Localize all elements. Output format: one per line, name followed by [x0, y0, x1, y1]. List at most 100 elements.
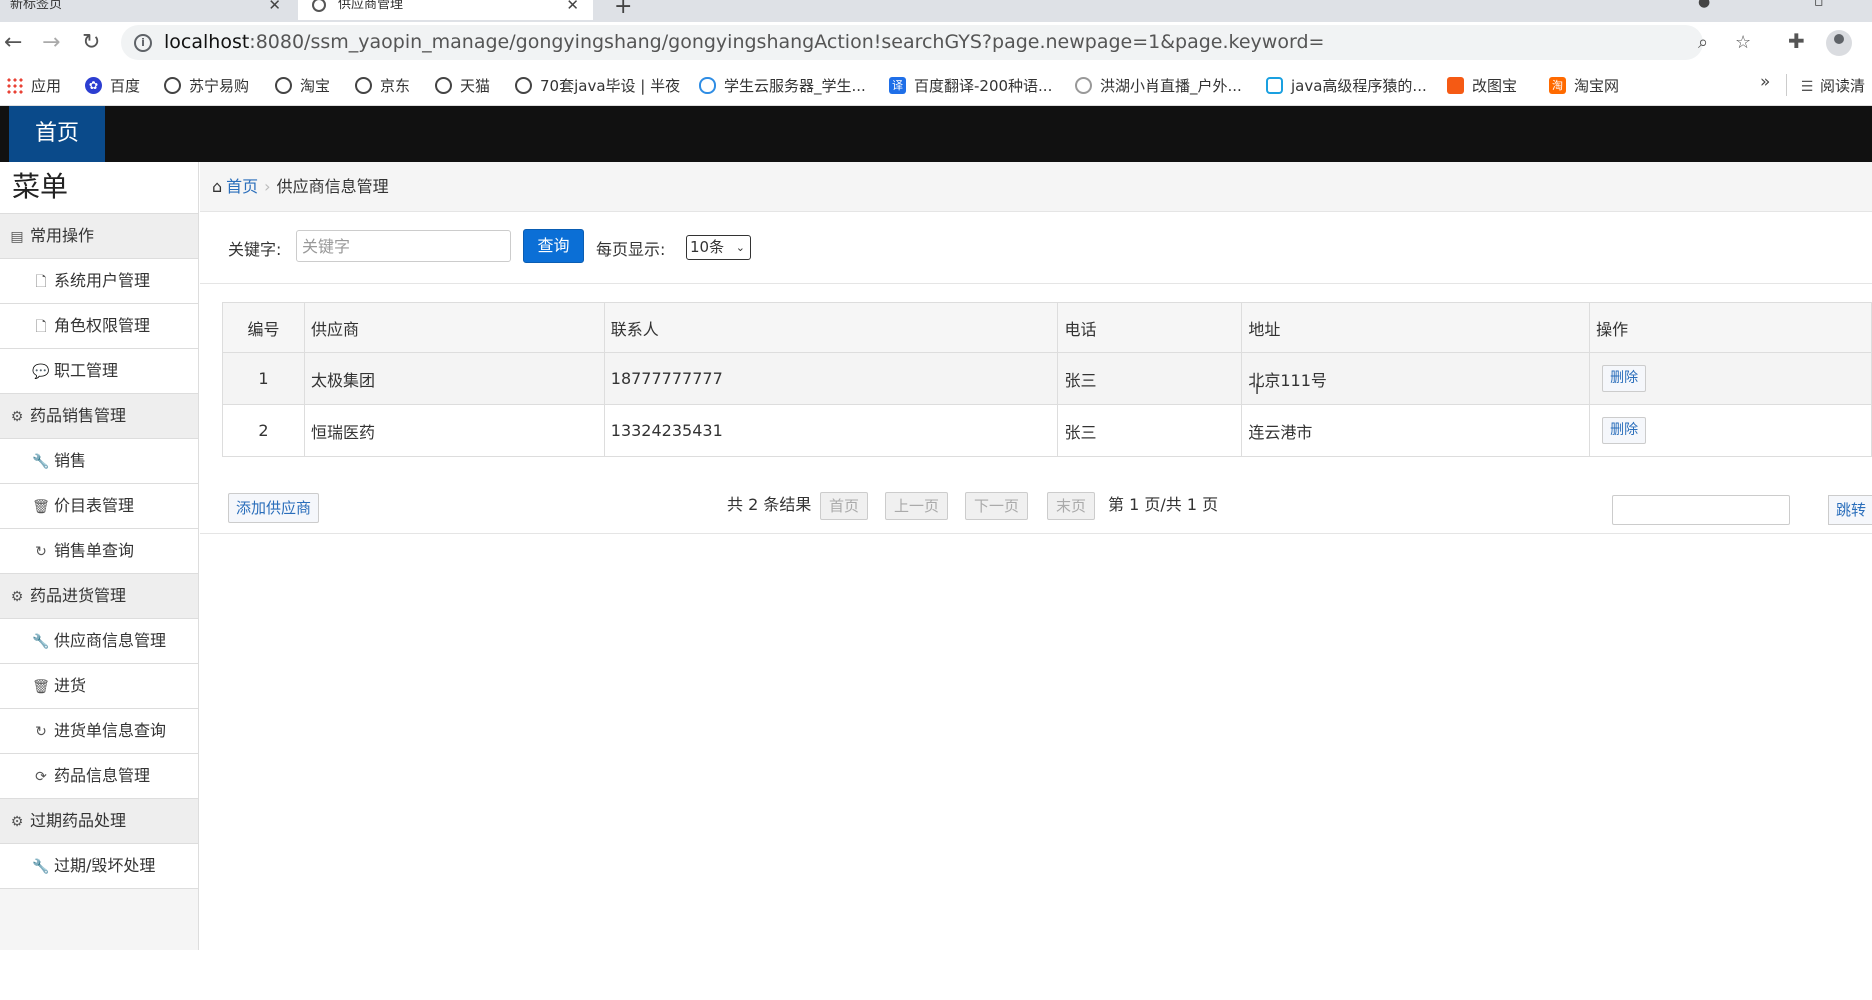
bookmark-suning[interactable]: 苏宁易购 — [164, 75, 249, 96]
sidebar-item-drug-info[interactable]: ⟳ 药品信息管理 — [0, 754, 198, 799]
close-icon[interactable]: ✕ — [268, 0, 281, 20]
browser-tab-strip: 新标签页 ✕ 供应商管理 ✕ + ● ▫ — [0, 0, 1872, 22]
breadcrumb-separator: › — [264, 177, 271, 196]
extensions-puzzle-icon[interactable]: ✚ — [1788, 29, 1805, 53]
wrench-icon: 🔧 — [32, 454, 50, 470]
reading-list-button[interactable]: ☰ 阅读清 — [1798, 75, 1865, 96]
delete-button[interactable]: 删除 — [1602, 417, 1647, 444]
cell-id: 1 — [222, 352, 305, 405]
bookmark-apps[interactable]: 应用 — [6, 75, 61, 96]
gear-icon: ⚙ — [10, 814, 24, 830]
sidebar-group-sales[interactable]: ⚙ 药品销售管理 — [0, 394, 198, 439]
refresh-icon: ↻ — [35, 544, 47, 560]
close-icon[interactable]: ✕ — [566, 0, 579, 20]
jump-button[interactable]: 跳转 — [1828, 495, 1872, 525]
bookmark-java-senior[interactable]: java高级程序猿的... — [1266, 75, 1427, 96]
wrench-icon: 🔧 — [32, 859, 50, 875]
bookmark-honghu-live[interactable]: 洪湖小肖直播_户外... — [1075, 75, 1242, 96]
sidebar-item-system-users[interactable]: 🗋 系统用户管理 — [0, 259, 198, 304]
cell-address: 连云港市 — [1241, 404, 1591, 457]
globe-icon — [164, 77, 181, 94]
cell-supplier: 太极集团 — [303, 352, 605, 405]
jump-page-input[interactable] — [1612, 495, 1790, 525]
back-arrow-icon[interactable]: ← — [4, 30, 22, 56]
sync-icon: ⟳ — [35, 769, 47, 785]
bookmark-taobao-net[interactable]: 淘淘宝网 — [1549, 75, 1619, 96]
bookmark-tmall[interactable]: 天猫 — [435, 75, 490, 96]
sidebar-group-expired[interactable]: ⚙ 过期药品处理 — [0, 799, 198, 844]
star-icon[interactable]: ☆ — [1735, 32, 1751, 53]
url-text: localhost:8080/ssm_yaopin_manage/gongyin… — [164, 31, 1325, 53]
trash-icon: 🗑 — [32, 679, 50, 695]
keyword-input[interactable] — [296, 230, 511, 262]
forward-arrow-icon[interactable]: → — [42, 30, 60, 56]
keyword-label: 关键字: — [228, 240, 282, 259]
address-bar[interactable]: i localhost:8080/ssm_yaopin_manage/gongy… — [121, 25, 1751, 60]
per-page-label: 每页显示: — [596, 240, 666, 259]
browser-tab-new[interactable]: 新标签页 ✕ — [0, 0, 295, 20]
cell-address: 北京111号 — [1241, 352, 1591, 405]
sidebar-item-purchase-query[interactable]: ↻ 进货单信息查询 — [0, 709, 198, 754]
per-page-select[interactable]: 10条 ⌄ — [686, 235, 751, 260]
prev-page-button[interactable]: 上一页 — [885, 492, 949, 520]
cell-id: 2 — [222, 404, 305, 457]
sidebar-group-purchase[interactable]: ⚙ 药品进货管理 — [0, 574, 198, 619]
bookmark-student-cloud[interactable]: 学生云服务器_学生... — [699, 75, 866, 96]
cell-contact: 13324235431 — [603, 404, 1059, 457]
new-tab-icon[interactable]: + — [614, 0, 632, 19]
reload-icon[interactable]: ↻ — [82, 30, 100, 56]
bookmark-baidu[interactable]: ✿ 百度 — [85, 75, 140, 96]
sidebar-item-staff[interactable]: 💬 职工管理 — [0, 349, 198, 394]
first-page-button[interactable]: 首页 — [820, 492, 869, 520]
zoom-icon[interactable]: ⌕ — [1698, 32, 1708, 53]
sidebar-item-price-list[interactable]: 🗑 价目表管理 — [0, 484, 198, 529]
window-restore-icon[interactable]: ▫ — [1814, 0, 1824, 10]
sidebar-item-role-permissions[interactable]: 🗋 角色权限管理 — [0, 304, 198, 349]
bookmark-gaitubao[interactable]: 改图宝 — [1447, 75, 1517, 96]
bookmark-baidu-translate[interactable]: 译百度翻译-200种语... — [889, 75, 1052, 96]
trash-icon: 🗑 — [32, 499, 50, 515]
sidebar-item-supplier-info[interactable]: 🔧 供应商信息管理 — [0, 619, 198, 664]
add-supplier-button[interactable]: 添加供应商 — [228, 493, 320, 523]
delete-button[interactable]: 删除 — [1602, 365, 1647, 392]
cell-phone: 张三 — [1057, 352, 1243, 405]
cloud-icon — [699, 77, 716, 94]
bookmark-jd[interactable]: 京东 — [355, 75, 410, 96]
main-content: ⌂首页›供应商信息管理 关键字: 查询 每页显示: 10条 ⌄ 编号 供应商 联… — [200, 162, 1872, 950]
sidebar-group-common[interactable]: ▤ 常用操作 — [0, 214, 198, 259]
globe-icon — [312, 0, 326, 12]
refresh-icon: ↻ — [35, 724, 47, 740]
menu-title: 菜单 — [0, 162, 198, 214]
tab-title: 新标签页 — [10, 0, 63, 12]
column-header-supplier: 供应商 — [303, 302, 605, 353]
sidebar-item-purchase[interactable]: 🗑 进货 — [0, 664, 198, 709]
chevron-down-icon: ⌄ — [735, 241, 745, 254]
tab-search-icon[interactable]: ● — [1698, 0, 1710, 10]
cell-phone: 张三 — [1057, 404, 1243, 457]
gear-icon: ⚙ — [10, 409, 24, 425]
sidebar-item-sale[interactable]: 🔧 销售 — [0, 439, 198, 484]
bird-icon — [1075, 77, 1092, 94]
breadcrumb-current: 供应商信息管理 — [276, 177, 389, 196]
sidebar-item-expired-damaged[interactable]: 🔧 过期/毁坏处理 — [0, 844, 198, 889]
table-row: 2 恒瑞医药 13324235431 张三 连云港市 删除 — [222, 404, 1872, 457]
profile-avatar[interactable] — [1826, 30, 1852, 56]
column-header-phone: 电话 — [1057, 302, 1243, 353]
info-icon[interactable]: i — [134, 34, 152, 52]
top-tab-home[interactable]: 首页 — [9, 106, 105, 162]
bookmarks-divider — [1786, 74, 1787, 96]
sidebar-item-sales-query[interactable]: ↻ 销售单查询 — [0, 529, 198, 574]
home-icon: ⌂ — [212, 177, 223, 196]
breadcrumb-home-link[interactable]: 首页 — [226, 177, 258, 196]
supplier-table: 编号 供应商 联系人 电话 地址 操作 1 太极集团 18777777777 张… — [222, 302, 1872, 457]
file-icon: 🗋 — [35, 319, 47, 335]
last-page-button[interactable]: 末页 — [1047, 492, 1096, 520]
bookmark-taobao[interactable]: 淘宝 — [275, 75, 330, 96]
query-button[interactable]: 查询 — [523, 229, 584, 263]
next-page-button[interactable]: 下一页 — [965, 492, 1029, 520]
translate-icon: 译 — [889, 77, 906, 94]
browser-tab-supplier[interactable]: 供应商管理 ✕ — [298, 0, 593, 20]
text-cursor-icon: I — [1255, 382, 1260, 398]
bookmark-java-projects[interactable]: 70套java毕设 | 半夜 — [515, 75, 680, 96]
bookmarks-overflow-icon[interactable]: » — [1760, 72, 1770, 92]
